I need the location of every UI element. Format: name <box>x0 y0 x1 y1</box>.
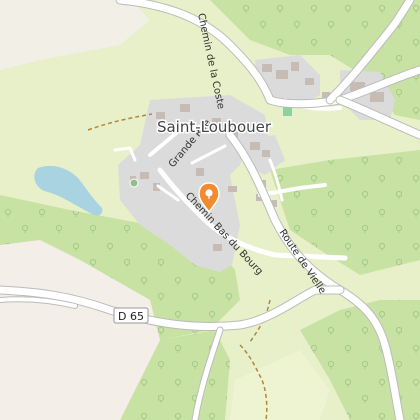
svg-text:D 65: D 65 <box>118 310 144 323</box>
map-canvas[interactable]: Chemin de la Coste Grande Rue Chemin Bas… <box>0 0 420 420</box>
road-shield-d65: D 65 <box>113 307 149 324</box>
place-label: Saint-Loubouer <box>157 118 272 136</box>
landmark-icon <box>129 178 139 188</box>
